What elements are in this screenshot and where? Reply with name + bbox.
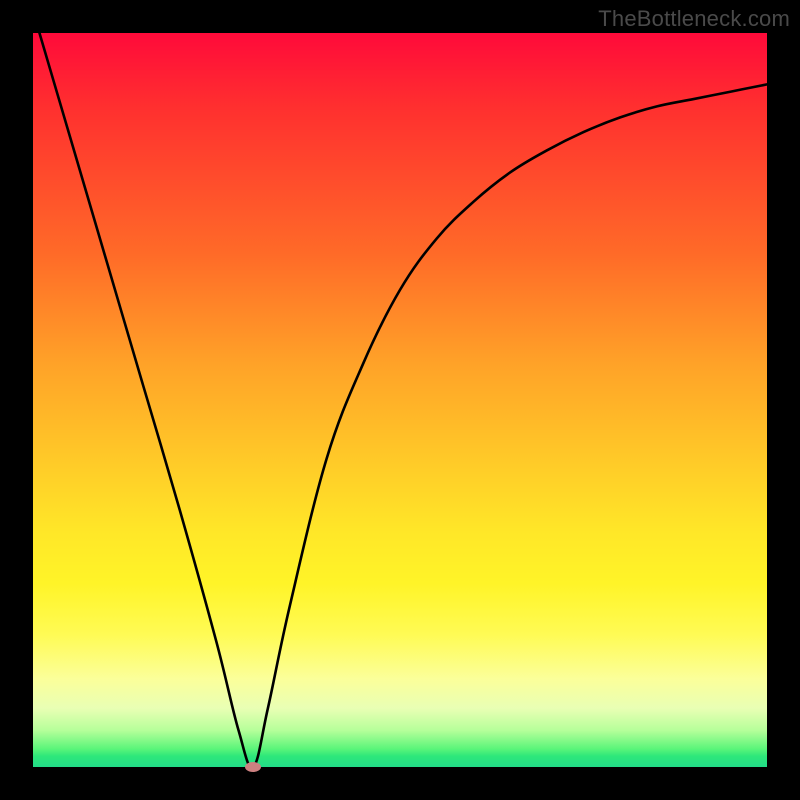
chart-frame: TheBottleneck.com <box>0 0 800 800</box>
watermark-text: TheBottleneck.com <box>598 6 790 32</box>
plot-area <box>33 33 767 767</box>
minimum-marker <box>245 762 261 772</box>
bottleneck-curve <box>33 33 767 767</box>
